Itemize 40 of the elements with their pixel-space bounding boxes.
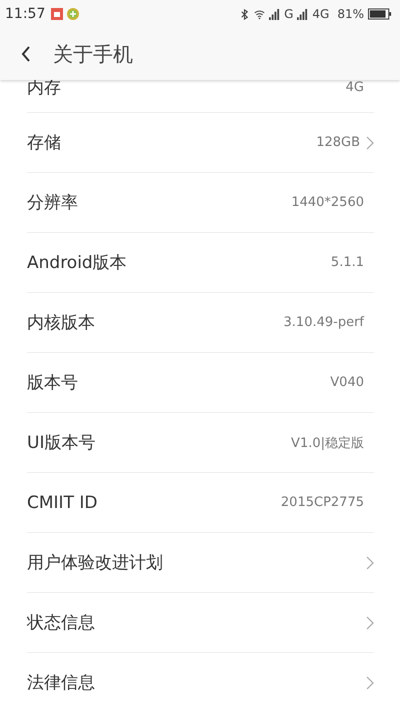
row-label: CMIIT ID — [27, 492, 98, 512]
chevron-icon — [366, 556, 374, 570]
signal-icon — [297, 8, 308, 20]
row-label: 版本号 — [27, 372, 78, 394]
row-value: 5.1.1 — [330, 255, 364, 270]
page-title: 关于手机 — [53, 40, 133, 68]
settings-row[interactable]: 法律信息 — [27, 653, 374, 711]
row-value: 2015CP2775 — [280, 495, 364, 510]
row-label: 用户体验改进计划 — [27, 552, 163, 574]
row-value: 3.10.49-perf — [284, 315, 364, 330]
wifi-icon — [254, 8, 266, 20]
row-label: UI版本号 — [27, 432, 96, 454]
row-label: 存储 — [27, 132, 61, 154]
row-label: Android版本 — [27, 252, 127, 274]
chevron-icon — [366, 136, 374, 150]
battery-icon — [368, 8, 392, 20]
row-label: 内存 — [27, 77, 61, 99]
row-value: V1.0|稳定版 — [291, 434, 364, 452]
row-label: 分辨率 — [27, 192, 78, 214]
row-label: 内核版本 — [27, 312, 95, 334]
row-value: 128GB — [316, 135, 360, 150]
row-label: 法律信息 — [27, 672, 95, 694]
clock: 11:57 — [5, 6, 46, 22]
settings-row[interactable]: 用户体验改进计划 — [27, 533, 374, 593]
back-icon — [21, 46, 31, 62]
plus-circle-icon — [67, 8, 80, 20]
row-value: 4G — [346, 80, 364, 95]
bluetooth-icon — [239, 8, 250, 20]
row-label: 状态信息 — [27, 612, 95, 634]
network-type: 4G — [312, 7, 330, 21]
battery-percentage: 81% — [337, 7, 364, 21]
settings-row[interactable]: 存储 128GB — [27, 113, 374, 173]
chevron-icon — [366, 676, 374, 690]
signal-icon — [269, 8, 280, 20]
row-value: 1440*2560 — [291, 195, 364, 210]
network-type: G — [284, 7, 294, 21]
settings-row[interactable]: 状态信息 — [27, 593, 374, 653]
row-value: V040 — [330, 375, 364, 390]
chevron-icon — [366, 616, 374, 630]
calendar-icon — [51, 8, 64, 20]
